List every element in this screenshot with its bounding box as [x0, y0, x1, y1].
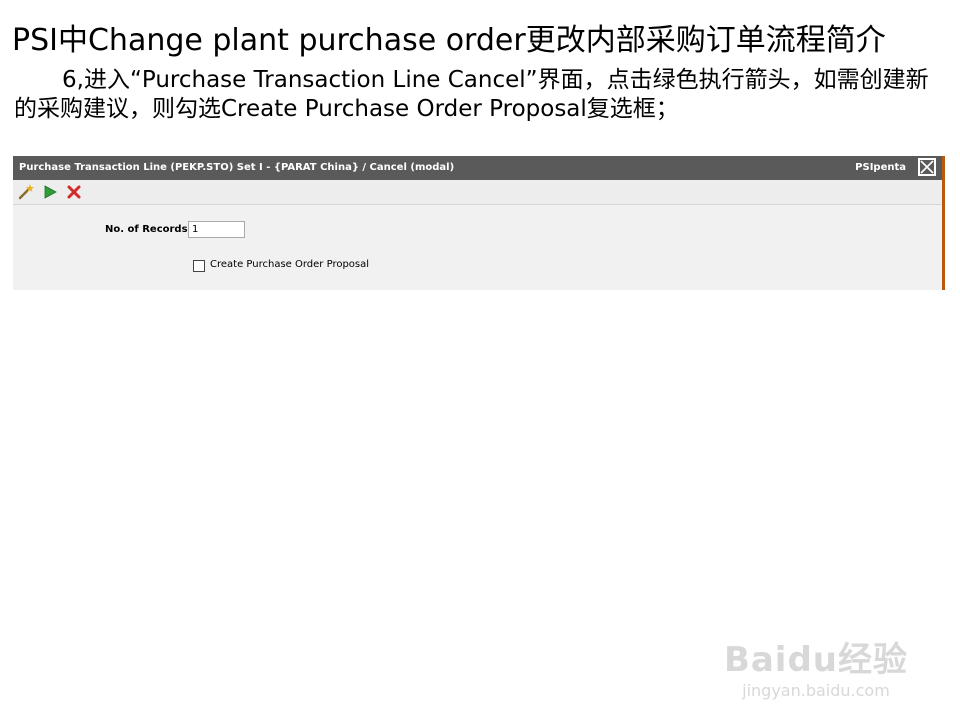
records-input[interactable] [188, 221, 245, 238]
watermark-logo: Baidu经验 [723, 640, 908, 680]
wizard-button[interactable] [17, 183, 35, 201]
create-po-proposal-label: Create Purchase Order Proposal [210, 259, 370, 270]
step-description: 6,进入“Purchase Transaction Line Cancel”界面… [14, 66, 944, 124]
close-icon [920, 160, 934, 174]
execute-button[interactable] [41, 183, 59, 201]
cancel-x-icon [67, 185, 81, 199]
window-title: Purchase Transaction Line (PEKP.STO) Set… [19, 162, 455, 173]
window-titlebar: Purchase Transaction Line (PEKP.STO) Set… [13, 156, 942, 180]
cancel-button[interactable] [65, 183, 83, 201]
brand-label: PSIpenta [855, 162, 906, 173]
magic-wand-icon [18, 184, 34, 200]
records-label: No. of Records: [105, 224, 192, 235]
step-text: 6,进入“Purchase Transaction Line Cancel”界面… [14, 67, 929, 122]
create-po-proposal-checkbox[interactable] [193, 260, 205, 272]
slide-title: PSI中Change plant purchase order更改内部采购订单流… [12, 23, 886, 58]
form-area: No. of Records: Create Purchase Order Pr… [13, 205, 942, 290]
app-window: Purchase Transaction Line (PEKP.STO) Set… [13, 156, 945, 290]
execute-arrow-icon [44, 185, 57, 199]
watermark: Baidu经验 jingyan.baidu.com [724, 632, 908, 700]
toolbar [13, 180, 942, 205]
close-button[interactable] [918, 158, 936, 176]
watermark-url: jingyan.baidu.com [742, 681, 890, 700]
